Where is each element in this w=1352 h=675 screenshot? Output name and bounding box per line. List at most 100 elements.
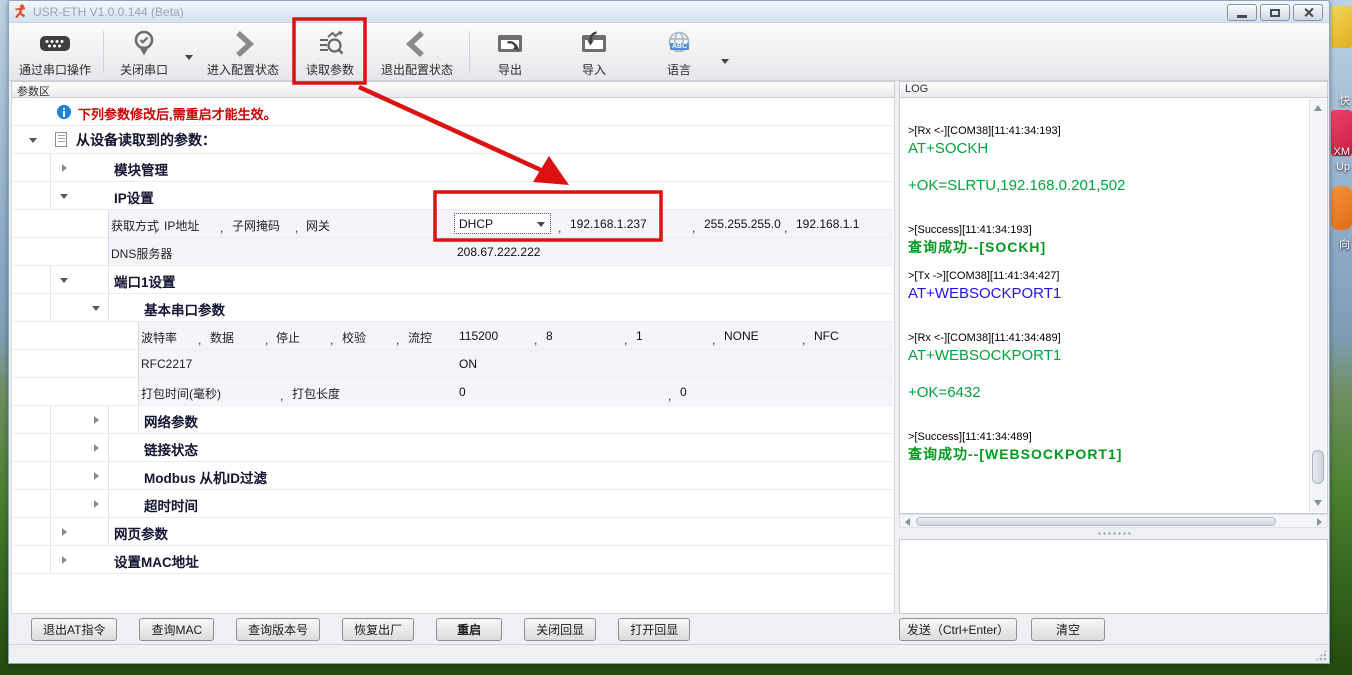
log-panel-header: LOG (899, 81, 1328, 98)
param-panel-header: 参数区 (11, 81, 895, 98)
toolbar-enter-config-button[interactable]: 进入配置状态 (205, 26, 281, 78)
tree-item-port1[interactable]: 端口1设置 (12, 266, 893, 294)
restart-button[interactable]: 重启 (436, 618, 502, 641)
expand-arrow-icon[interactable] (94, 444, 99, 452)
expand-arrow-icon[interactable] (92, 306, 100, 311)
scroll-down-icon[interactable] (1314, 500, 1322, 506)
expand-arrow-icon[interactable] (94, 472, 99, 480)
tree-item-link-status[interactable]: 链接状态 (12, 434, 893, 462)
maximize-icon (1270, 9, 1280, 17)
vertical-scrollbar[interactable] (1309, 99, 1326, 512)
log-view: >[Rx <-][COM38][11:41:34:193]AT+SOCKH+OK… (899, 98, 1328, 514)
expand-arrow-icon[interactable] (29, 138, 37, 143)
toolbar-exit-config-button[interactable]: 退出配置状态 (371, 26, 463, 78)
tree-item-basic-serial[interactable]: 基本串口参数 (12, 294, 893, 322)
gateway-value[interactable]: 192.168.1.1 (796, 217, 859, 231)
serial-config-row: 波特率 , 数据 , 停止 , 校验 , 流控 115200 , 8 , 1 ,… (12, 322, 893, 350)
toolbar-close-serial-button[interactable]: 关闭串口 (111, 26, 177, 78)
chevron-down-icon[interactable] (721, 59, 729, 64)
tree-item-modbus-filter[interactable]: Modbus 从机ID过滤 (12, 462, 893, 490)
comma: , (668, 389, 671, 403)
pack-length-value[interactable]: 0 (680, 385, 687, 399)
ip-address-value[interactable]: 192.168.1.237 (570, 217, 647, 231)
maximize-button[interactable] (1260, 4, 1290, 21)
data-bits-value[interactable]: 8 (546, 329, 553, 343)
exit-at-button[interactable]: 退出AT指令 (31, 618, 117, 641)
desktop-icon-yellow[interactable] (1331, 6, 1352, 48)
param-label: 流控 (408, 329, 432, 346)
tree-item-net-params[interactable]: 网络参数 (12, 406, 893, 434)
dhcp-select[interactable]: DHCP (454, 213, 551, 234)
toolbar-serial-operate-button[interactable]: 通过串口操作 (11, 26, 99, 78)
tree-item-label: 设置MAC地址 (114, 551, 199, 571)
toolbar-label: 通过串口操作 (19, 61, 91, 78)
tree-root-row[interactable]: 从设备读取到的参数： (12, 126, 893, 154)
send-button[interactable]: 发送（Ctrl+Enter） (899, 618, 1017, 641)
scrollbar-thumb[interactable] (916, 517, 1276, 526)
expand-arrow-icon[interactable] (94, 500, 99, 508)
echo-on-button[interactable]: 打开回显 (618, 618, 690, 641)
scrollbar-thumb[interactable] (1312, 450, 1324, 484)
enter-config-icon (228, 28, 258, 60)
param-label: IP地址 (164, 217, 199, 234)
parity-value[interactable]: NONE (724, 329, 759, 343)
subnet-mask-value[interactable]: 255.255.255.0 (704, 217, 781, 231)
horizontal-scrollbar[interactable] (899, 514, 1328, 528)
desktop-icon-orange[interactable] (1331, 186, 1352, 230)
log-splitter[interactable] (899, 528, 1328, 539)
tree-item-timeout[interactable]: 超时时间 (12, 490, 893, 518)
rfc2217-value[interactable]: ON (459, 357, 477, 371)
comma: , (802, 333, 805, 347)
log-line: 查询成功--[SOCKH] (908, 237, 1307, 257)
clear-button[interactable]: 清空 (1031, 618, 1105, 641)
log-line: >[Success][11:41:34:489] (908, 431, 1307, 443)
tree-item-set-mac[interactable]: 设置MAC地址 (12, 546, 893, 574)
chevron-down-icon[interactable] (185, 55, 193, 60)
expand-arrow-icon[interactable] (60, 278, 68, 283)
comma: , (330, 333, 333, 347)
comma: , (220, 221, 223, 235)
tree-item-label: 模块管理 (114, 159, 168, 179)
status-bar (9, 644, 1329, 663)
comma: , (712, 333, 715, 347)
tree-item-module-mgmt[interactable]: 模块管理 (12, 154, 893, 182)
param-label: 打包时间(毫秒) (141, 385, 221, 402)
flow-control-value[interactable]: NFC (814, 329, 839, 343)
send-input[interactable] (899, 539, 1328, 614)
toolbar-import-button[interactable]: 导入 (569, 26, 619, 78)
dns-value[interactable]: 208.67.222.222 (457, 245, 540, 259)
toolbar: 通过串口操作 关闭串口 进入配置状态 (9, 23, 1329, 81)
scroll-up-icon[interactable] (1314, 105, 1322, 111)
param-label: 停止 (276, 329, 300, 346)
tree-item-ip-settings[interactable]: IP设置 (12, 182, 893, 210)
toolbar-read-params-button[interactable]: 读取参数 (301, 26, 359, 78)
minimize-button[interactable] (1227, 4, 1257, 21)
toolbar-export-button[interactable]: 导出 (485, 26, 535, 78)
toolbar-label: 读取参数 (306, 61, 354, 78)
echo-off-button[interactable]: 关闭回显 (524, 618, 596, 641)
log-text: >[Rx <-][COM38][11:41:34:193]AT+SOCKH+OK… (908, 98, 1307, 513)
toolbar-language-button[interactable]: ABC 语言 (654, 26, 704, 78)
close-button[interactable] (1293, 4, 1323, 21)
factory-reset-button[interactable]: 恢复出厂 (342, 618, 414, 641)
resize-grip[interactable] (1315, 649, 1327, 661)
query-version-button[interactable]: 查询版本号 (236, 618, 320, 641)
baud-rate-value[interactable]: 115200 (459, 329, 498, 343)
expand-arrow-icon[interactable] (62, 164, 67, 172)
pack-time-value[interactable]: 0 (459, 385, 466, 399)
stop-bits-value[interactable]: 1 (636, 329, 643, 343)
expand-arrow-icon[interactable] (62, 556, 67, 564)
expand-arrow-icon[interactable] (62, 528, 67, 536)
scroll-left-icon[interactable] (905, 518, 910, 526)
log-line (908, 401, 1307, 418)
tree-item-web-params[interactable]: 网页参数 (12, 518, 893, 546)
query-mac-button[interactable]: 查询MAC (139, 618, 214, 641)
scroll-right-icon[interactable] (1317, 518, 1322, 526)
log-line: AT+SOCKH (908, 140, 1307, 157)
expand-arrow-icon[interactable] (60, 194, 68, 199)
desktop-icon-label: XM (1334, 146, 1351, 158)
tree-item-label: 基本串口参数 (144, 299, 225, 319)
expand-arrow-icon[interactable] (94, 416, 99, 424)
titlebar[interactable]: USR-ETH V1.0.0.144 (Beta) (9, 1, 1329, 23)
minimize-icon (1237, 15, 1247, 18)
